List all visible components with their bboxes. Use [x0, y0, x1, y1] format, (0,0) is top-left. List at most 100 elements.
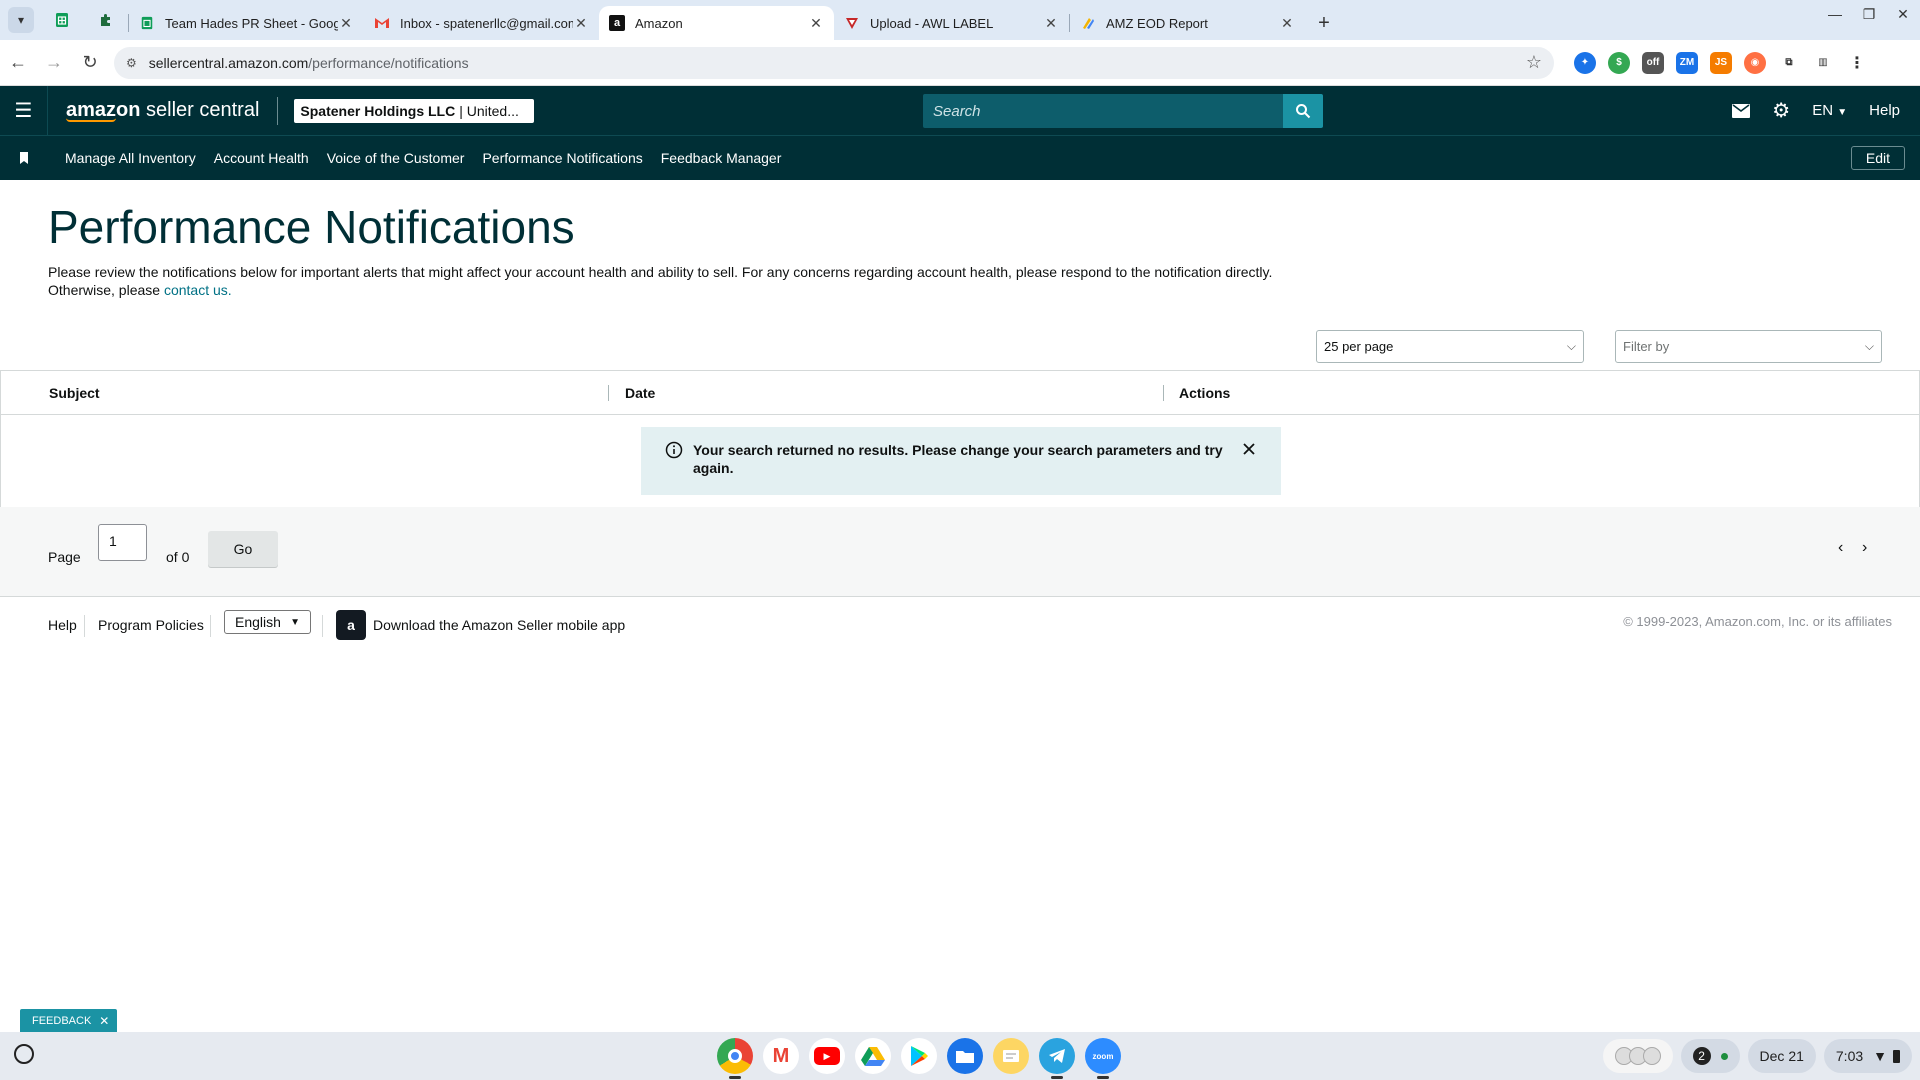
menu-button[interactable]: ☰	[0, 86, 48, 135]
bookmark-star-icon[interactable]: ☆	[1526, 52, 1542, 73]
nav-voice-of-customer[interactable]: Voice of the Customer	[327, 150, 465, 166]
side-panel-icon[interactable]: ▥	[1812, 52, 1834, 74]
pinned-tab-sheets[interactable]	[40, 4, 84, 36]
minimize-icon[interactable]: —	[1818, 6, 1852, 23]
nav-feedback-manager[interactable]: Feedback Manager	[661, 150, 782, 166]
new-tab-button[interactable]: +	[1309, 8, 1339, 38]
per-page-value: 25 per page	[1324, 339, 1394, 354]
puzzle-icon	[101, 14, 110, 26]
browser-toolbar: ← → ↻ ⚙ sellercentral.amazon.com/perform…	[0, 40, 1920, 86]
holding-space-thumbnails[interactable]	[1602, 1039, 1673, 1073]
extension-icon[interactable]: off	[1642, 51, 1664, 74]
date-display[interactable]: Dec 21	[1747, 1039, 1816, 1073]
launcher-button[interactable]	[14, 1044, 34, 1064]
nav-performance-notifications[interactable]: Performance Notifications	[482, 150, 642, 166]
amazon-icon: a	[609, 15, 625, 31]
back-button[interactable]: ←	[0, 47, 36, 79]
page-number-input[interactable]: 1	[98, 524, 147, 561]
amazon-app-icon[interactable]: a	[336, 610, 366, 640]
go-button[interactable]: Go	[208, 531, 278, 567]
account-region: | United...	[459, 102, 519, 119]
search-input[interactable]: Search	[923, 94, 1283, 128]
close-icon[interactable]: ✕	[1279, 15, 1295, 32]
feedback-tab[interactable]: FEEDBACK ✕	[20, 1009, 118, 1032]
footer-help-link[interactable]: Help	[48, 617, 77, 633]
page-label: Page	[48, 549, 81, 565]
awl-icon	[844, 15, 860, 31]
zoom-icon[interactable]: zoom	[1085, 1038, 1121, 1079]
extension-icon[interactable]: $	[1608, 51, 1630, 74]
no-results-alert: Your search returned no results. Please …	[641, 427, 1281, 495]
extension-icon[interactable]: JS	[1710, 51, 1732, 74]
files-icon[interactable]	[947, 1038, 983, 1074]
tab-inbox[interactable]: Inbox - spatenerllc@gmail.com ✕	[364, 6, 599, 40]
drive-icon[interactable]	[855, 1038, 891, 1074]
notification-center[interactable]: 2	[1680, 1039, 1740, 1073]
gmail-icon[interactable]: M	[763, 1038, 799, 1074]
bookmarks-nav: Manage All Inventory Account Health Voic…	[0, 135, 1920, 180]
forward-button[interactable]: →	[36, 47, 72, 79]
nav-account-health[interactable]: Account Health	[214, 150, 309, 166]
pinned-tab-extension[interactable]	[84, 4, 128, 36]
chrome-icon[interactable]	[717, 1038, 753, 1079]
search-button[interactable]	[1283, 94, 1323, 128]
tab-title: AMZ EOD Report	[1106, 15, 1208, 31]
close-icon[interactable]: ✕	[338, 15, 354, 32]
close-window-icon[interactable]: ✕	[1886, 6, 1920, 23]
restore-icon[interactable]: ❐	[1852, 6, 1886, 23]
column-subject[interactable]: Subject	[49, 385, 100, 401]
page-count: of 0	[166, 549, 190, 565]
footer-language-select[interactable]: English ▼	[224, 610, 311, 634]
caret-down-icon: ▼	[1837, 107, 1848, 118]
bookmark-icon[interactable]	[0, 152, 48, 164]
chevron-left-icon[interactable]: ‹	[1838, 539, 1843, 557]
close-icon[interactable]: ✕	[1043, 15, 1059, 32]
extension-icon[interactable]: ◉	[1744, 51, 1766, 74]
notes-icon[interactable]	[993, 1038, 1029, 1074]
address-bar[interactable]: ⚙ sellercentral.amazon.com/performance/n…	[114, 46, 1554, 79]
nav-manage-all-inventory[interactable]: Manage All Inventory	[65, 150, 196, 166]
account-switcher[interactable]: Spatener Holdings LLC | United...	[294, 98, 535, 123]
per-page-select[interactable]: 25 per page ⌵	[1316, 330, 1584, 363]
mail-icon[interactable]	[1732, 103, 1751, 118]
filter-by-select[interactable]: Filter by ⌵	[1615, 330, 1882, 363]
play-store-icon[interactable]	[901, 1038, 937, 1074]
logo-seller-central: seller central	[146, 98, 260, 121]
close-icon[interactable]: ✕	[808, 15, 824, 32]
tab-upload-awl[interactable]: Upload - AWL LABEL ✕	[834, 6, 1069, 40]
youtube-icon[interactable]: ▶	[809, 1038, 845, 1074]
column-date[interactable]: Date	[625, 385, 655, 401]
gear-icon[interactable]: ⚙	[1772, 98, 1790, 123]
no-results-message: Your search returned no results. Please …	[693, 442, 1223, 476]
arrow-right-icon: →	[45, 52, 63, 72]
column-divider	[608, 385, 609, 401]
edit-button[interactable]: Edit	[1850, 146, 1905, 170]
site-settings-icon[interactable]: ⚙	[126, 56, 137, 70]
chevron-down-icon: ▾	[17, 13, 25, 27]
more-menu-icon[interactable]: ⋮	[1846, 52, 1868, 74]
tab-search-button[interactable]: ▾	[8, 7, 34, 33]
tab-amz-eod[interactable]: AMZ EOD Report ✕	[1070, 6, 1305, 40]
extension-icon[interactable]: ✦	[1574, 51, 1596, 74]
footer-program-policies-link[interactable]: Program Policies	[98, 617, 204, 633]
notification-count: 2	[1692, 1047, 1711, 1065]
tab-amazon[interactable]: a Amazon ✕	[599, 6, 834, 40]
seller-central-logo[interactable]: amazon seller central	[66, 100, 259, 122]
close-icon[interactable]	[1241, 441, 1257, 457]
download-app-link[interactable]: Download the Amazon Seller mobile app	[373, 617, 625, 633]
close-icon[interactable]: ✕	[573, 15, 589, 32]
reload-button[interactable]: ↻	[72, 47, 108, 79]
extension-icon[interactable]: ZM	[1676, 51, 1698, 74]
help-link[interactable]: Help	[1869, 102, 1900, 119]
puzzle-icon[interactable]: ⧉	[1778, 52, 1800, 74]
system-tray[interactable]: 7:03 ▼	[1823, 1039, 1912, 1073]
language-selector[interactable]: EN ▼	[1812, 102, 1847, 119]
tab-team-hades[interactable]: Team Hades PR Sheet - Google ✕	[129, 6, 364, 40]
contact-us-link[interactable]: contact us.	[164, 282, 232, 298]
page-title: Performance Notifications	[48, 201, 575, 253]
chevron-right-icon[interactable]: ›	[1862, 539, 1867, 557]
gmail-icon	[374, 15, 390, 31]
close-icon[interactable]: ✕	[99, 1014, 109, 1028]
tab-title: Team Hades PR Sheet - Google	[165, 15, 338, 31]
telegram-icon[interactable]	[1039, 1038, 1075, 1079]
